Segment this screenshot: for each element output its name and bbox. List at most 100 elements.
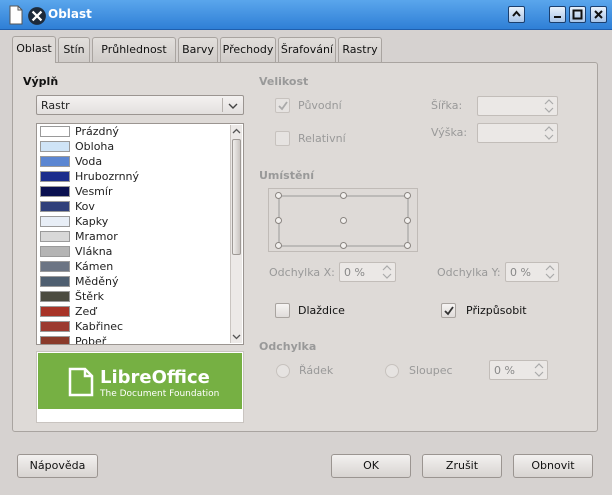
list-item[interactable]: Pobeř [39, 334, 229, 344]
libreoffice-logo: LibreOffice The Document Foundation [38, 353, 242, 409]
tab-transparency[interactable]: Průhlednost [92, 37, 176, 62]
chevron-up-icon [512, 10, 521, 17]
list-item[interactable]: Voda [39, 154, 229, 169]
checkmark-icon [278, 101, 288, 111]
position-bottom-left[interactable] [275, 242, 282, 249]
fill-type-value: Rastr [41, 99, 70, 112]
close-icon [594, 10, 603, 19]
list-item[interactable]: Vesmír [39, 184, 229, 199]
swatch [40, 246, 70, 257]
position-middle-left[interactable] [275, 217, 282, 224]
swatch [40, 216, 70, 227]
column-radio[interactable] [385, 364, 399, 378]
autofit-checkbox[interactable] [441, 303, 456, 318]
offset-y-value: 0 % [510, 266, 531, 279]
swatch [40, 276, 70, 287]
position-top-right[interactable] [404, 192, 411, 199]
list-item[interactable]: Vlákna [39, 244, 229, 259]
tab-hatching[interactable]: Šrafování [278, 37, 336, 62]
scroll-up-icon[interactable] [232, 127, 241, 136]
position-middle-right[interactable] [404, 217, 411, 224]
relative-checkbox[interactable] [275, 131, 290, 146]
list-item[interactable]: Kov [39, 199, 229, 214]
checkmark-icon [444, 306, 454, 316]
shade-button[interactable] [508, 6, 525, 23]
swatch [40, 231, 70, 242]
spin-arrows-icon [545, 265, 555, 279]
swatch [40, 126, 70, 137]
list-item[interactable]: Kabřinec [39, 319, 229, 334]
brand-name: LibreOffice [100, 367, 210, 388]
swatch [40, 261, 70, 272]
document-logo-icon [68, 367, 94, 397]
swatch [40, 156, 70, 167]
scroll-down-icon[interactable] [232, 332, 241, 341]
bitmap-list[interactable]: Prázdný Obloha Voda Hrubozrnný Vesmír Ko… [36, 123, 244, 345]
list-item[interactable]: Kapky [39, 214, 229, 229]
position-bottom-center[interactable] [340, 242, 347, 249]
tab-shadow[interactable]: Stín [58, 37, 90, 62]
brand-tagline: The Document Foundation [100, 389, 220, 399]
offset-spinbox[interactable]: 0 % [489, 360, 548, 380]
document-icon [9, 5, 23, 25]
tile-checkbox[interactable] [275, 303, 290, 318]
window-title: Oblast [48, 7, 92, 21]
offset-y-label: Odchylka Y: [437, 266, 501, 279]
position-center[interactable] [340, 217, 347, 224]
offset-value: 0 % [494, 364, 515, 377]
spin-arrows-icon [544, 99, 554, 113]
ok-button[interactable]: OK [331, 454, 411, 478]
swatch [40, 171, 70, 182]
original-checkbox[interactable] [275, 98, 290, 113]
list-item[interactable]: Štěrk [39, 289, 229, 304]
list-item[interactable]: Měděný [39, 274, 229, 289]
position-heading: Umístění [259, 169, 315, 182]
width-spinbox[interactable] [477, 96, 558, 116]
area-tab-panel: Výplň Rastr Prázdný Obloha Voda Hrubozrn… [12, 62, 598, 432]
fill-label: Výplň [23, 75, 59, 88]
fill-type-dropdown[interactable]: Rastr [36, 95, 244, 115]
window-menu-icon[interactable] [27, 6, 47, 26]
scrollbar-thumb[interactable] [232, 139, 241, 255]
size-heading: Velikost [259, 75, 309, 88]
position-selector[interactable] [268, 188, 418, 252]
tab-bitmaps[interactable]: Rastry [338, 37, 382, 62]
title-bar[interactable]: Oblast [0, 0, 612, 30]
spin-arrows-icon [382, 265, 392, 279]
offset-heading: Odchylka [259, 340, 317, 353]
height-spinbox[interactable] [477, 123, 558, 143]
offset-x-spinbox[interactable]: 0 % [339, 262, 396, 282]
minimize-button[interactable] [549, 6, 566, 23]
swatch [40, 141, 70, 152]
row-radio[interactable] [276, 364, 290, 378]
swatch [40, 306, 70, 317]
offset-x-label: Odchylka X: [269, 266, 335, 279]
position-top-center[interactable] [340, 192, 347, 199]
cancel-button[interactable]: Zrušit [422, 454, 502, 478]
swatch [40, 291, 70, 302]
minimize-icon [554, 16, 561, 18]
spin-arrows-icon [544, 126, 554, 140]
autofit-label: Přizpůsobit [466, 304, 527, 317]
tab-area[interactable]: Oblast [12, 36, 56, 63]
offset-y-spinbox[interactable]: 0 % [505, 262, 559, 282]
position-bottom-right[interactable] [404, 242, 411, 249]
close-button[interactable] [590, 6, 607, 23]
reset-button[interactable]: Obnovit [513, 454, 593, 478]
list-item[interactable]: Prázdný [39, 124, 229, 139]
list-scrollbar[interactable] [230, 125, 242, 343]
list-item[interactable]: Hrubozrnný [39, 169, 229, 184]
maximize-button[interactable] [569, 6, 586, 23]
list-item[interactable]: Zeď [39, 304, 229, 319]
list-item[interactable]: Mramor [39, 229, 229, 244]
row-label: Řádek [299, 364, 334, 377]
chevron-down-icon [228, 103, 238, 109]
tab-gradients[interactable]: Přechody [220, 37, 276, 62]
list-item[interactable]: Kámen [39, 259, 229, 274]
list-item[interactable]: Obloha [39, 139, 229, 154]
relative-label: Relativní [298, 132, 346, 145]
position-top-left[interactable] [275, 192, 282, 199]
tab-colors[interactable]: Barvy [178, 37, 218, 62]
help-button[interactable]: Nápověda [17, 454, 98, 478]
fill-preview: LibreOffice The Document Foundation [36, 351, 244, 423]
